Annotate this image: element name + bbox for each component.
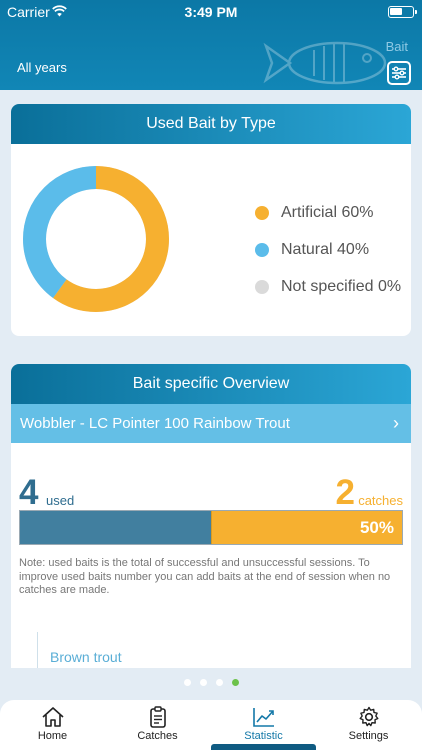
selected-bait-label: Wobbler - LC Pointer 100 Rainbow Trout	[20, 415, 290, 432]
legend-natural: Natural 40%	[255, 231, 401, 268]
legend-not-specified: Not specified 0%	[255, 268, 401, 305]
used-count: 4	[19, 473, 39, 512]
species-item[interactable]: Brown trout	[37, 632, 122, 668]
tab-label: Catches	[137, 730, 178, 742]
legend-artificial: Artificial 60%	[255, 194, 401, 231]
bait-selector[interactable]: Wobbler - LC Pointer 100 Rainbow Trout ›	[11, 404, 411, 443]
fish-icon	[263, 41, 387, 85]
tab-home[interactable]: Home	[0, 706, 105, 742]
bait-type-legend: Artificial 60% Natural 40% Not specified…	[255, 194, 401, 305]
legend-dot-artificial	[255, 205, 269, 220]
legend-dot-natural	[255, 242, 269, 257]
gear-icon	[359, 706, 378, 727]
bait-type-card: Used Bait by Type Artificial 60% Natural…	[11, 104, 411, 336]
clipboard-icon	[149, 706, 166, 728]
legend-label: Not specified 0%	[281, 277, 402, 295]
status-bar: Carrier 3:49 PM	[0, 3, 422, 21]
page-indicator	[0, 679, 422, 686]
legend-label: Artificial 60%	[281, 203, 374, 221]
tab-label: Statistic	[244, 730, 283, 742]
tab-catches[interactable]: Catches	[105, 706, 210, 742]
active-tab-indicator	[211, 744, 316, 750]
filter-button[interactable]	[387, 61, 411, 85]
used-baits-note: Note: used baits is the total of success…	[19, 557, 391, 596]
tab-label: Settings	[348, 730, 389, 742]
sliders-icon	[392, 66, 406, 80]
catch-rate-percent: 50%	[359, 518, 394, 537]
page-dot[interactable]	[183, 679, 191, 686]
catches-label: catches	[358, 493, 403, 508]
status-time: 3:49 PM	[184, 4, 238, 20]
tab-label: Home	[37, 730, 68, 742]
battery-icon	[388, 6, 417, 18]
bait-overview-card: Bait specific Overview Wobbler - LC Poin…	[11, 364, 411, 668]
legend-label: Natural 40%	[281, 240, 370, 258]
period-selector[interactable]: All years	[17, 60, 67, 75]
chart-icon	[252, 708, 274, 727]
catch-rate-bar: 50%	[19, 510, 403, 545]
app-header: Carrier 3:49 PM All years Bait	[0, 0, 422, 90]
tab-statistic[interactable]: Statistic	[211, 706, 316, 742]
home-icon	[41, 707, 64, 727]
page-dot[interactable]	[215, 679, 223, 686]
section-label: Bait	[385, 39, 408, 54]
used-label: used	[46, 493, 75, 508]
bait-type-title: Used Bait by Type	[11, 104, 411, 144]
legend-dot-not-specified	[255, 279, 269, 294]
page-dot-active[interactable]	[231, 679, 239, 686]
page-dot[interactable]	[199, 679, 207, 686]
bait-type-donut	[23, 166, 169, 312]
bait-overview-title: Bait specific Overview	[11, 364, 411, 404]
catches-count: 2	[335, 473, 355, 512]
tab-settings[interactable]: Settings	[316, 706, 421, 742]
tab-bar: Home Catches Statistic Settings	[0, 700, 422, 750]
chevron-right-icon: ›	[393, 413, 399, 433]
